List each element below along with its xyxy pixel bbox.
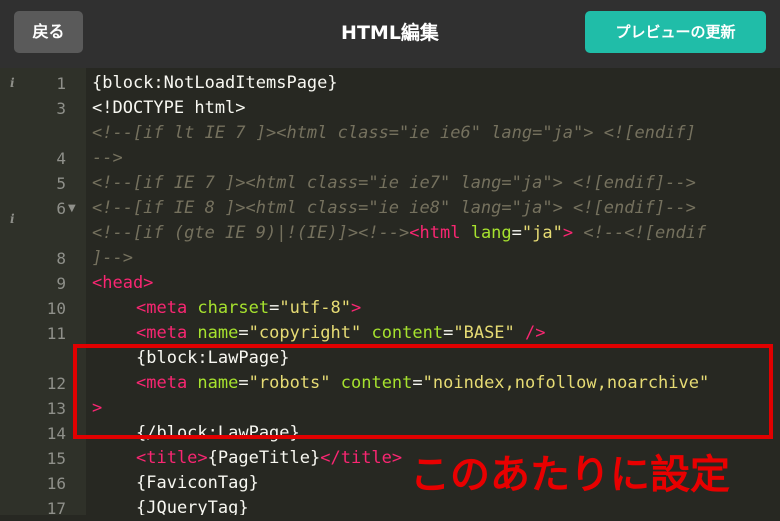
line-number: 5 [56, 174, 66, 193]
page-title: HTML編集 [341, 22, 439, 44]
line-number: 1 [56, 74, 66, 93]
code-line[interactable]: <!DOCTYPE html> [92, 96, 246, 121]
annotation-label: このあたりに設定 [410, 452, 730, 498]
code-line[interactable]: <!--[if IE 8 ]><html class="ie ie8" lang… [92, 196, 696, 221]
code-line[interactable]: <!--[if (gte IE 9)|!(IE)]><!--><html lan… [92, 221, 706, 246]
line-number: 12 [46, 374, 66, 393]
line-number: 6 [56, 199, 66, 218]
code-line[interactable]: <!--[if IE 7 ]><html class="ie ie7" lang… [92, 171, 696, 196]
line-number: 16 [46, 474, 66, 493]
code-line[interactable]: {FaviconTag} [136, 471, 259, 496]
line-number: 11 [46, 324, 66, 343]
update-preview-button[interactable]: プレビューの更新 [585, 11, 766, 53]
fold-arrow-icon[interactable]: ▼ [68, 196, 78, 221]
code-line[interactable]: --> [92, 146, 123, 171]
code-line[interactable]: ]--> [92, 246, 133, 271]
top-bar: 戻る HTML編集 プレビューの更新 [0, 0, 780, 68]
code-line[interactable]: <head> [92, 271, 153, 296]
code-line[interactable]: <meta name="copyright" content="BASE" /> [136, 321, 546, 346]
line-number-gutter: i i ▼ 1 3 4 5 6 8 9 10 11 12 13 14 15 16… [0, 68, 86, 518]
code-line[interactable]: <title>{PageTitle}</title> [136, 446, 402, 471]
code-line[interactable]: <!--[if lt IE 7 ]><html class="ie ie6" l… [92, 121, 696, 146]
code-line[interactable]: {block:NotLoadItemsPage} [92, 71, 338, 96]
line-number: 10 [46, 299, 66, 318]
line-number: 4 [56, 149, 66, 168]
line-number: 3 [56, 99, 66, 118]
line-number: 9 [56, 274, 66, 293]
line-number: 8 [56, 249, 66, 268]
code-line[interactable]: {JQueryTag} [136, 496, 249, 515]
code-line[interactable]: <meta charset="utf-8"> [136, 296, 361, 321]
highlight-box [73, 344, 773, 439]
info-icon[interactable]: i [10, 71, 20, 96]
back-button[interactable]: 戻る [14, 11, 83, 53]
line-number: 15 [46, 449, 66, 468]
line-number: 17 [46, 499, 66, 518]
line-number: 14 [46, 424, 66, 443]
info-icon[interactable]: i [10, 207, 20, 232]
line-number: 13 [46, 399, 66, 418]
